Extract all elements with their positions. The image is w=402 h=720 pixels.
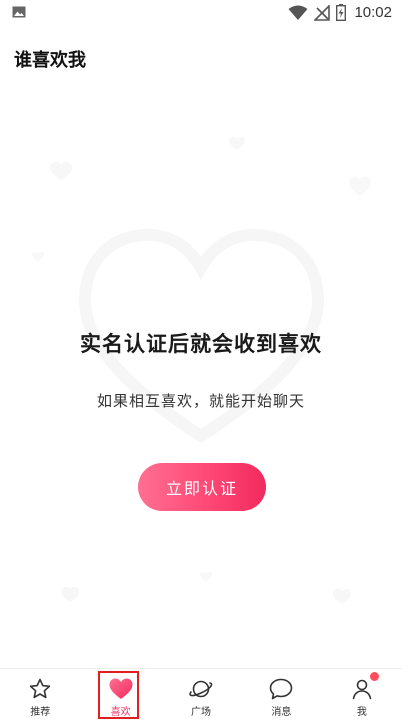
tab-likes[interactable]: 喜欢 bbox=[80, 669, 160, 720]
tab-label: 推荐 bbox=[30, 707, 51, 718]
status-bar: 10:02 bbox=[0, 0, 402, 26]
verify-now-button[interactable]: 立即认证 bbox=[138, 463, 266, 511]
empty-state-subtitle: 如果相互喜欢，就能开始聊天 bbox=[96, 392, 305, 410]
person-icon bbox=[352, 679, 372, 700]
page-title: 谁喜欢我 bbox=[14, 50, 86, 71]
tab-me[interactable]: 我 bbox=[322, 669, 402, 720]
tab-messages[interactable]: 消息 bbox=[241, 669, 321, 720]
planet-icon bbox=[189, 680, 213, 698]
selection-highlight bbox=[98, 671, 140, 719]
tab-square[interactable]: 广场 bbox=[161, 669, 241, 720]
clock-time: 10:02 bbox=[354, 4, 392, 21]
chat-bubble-icon bbox=[270, 678, 293, 700]
signal-off-icon bbox=[314, 4, 331, 21]
gallery-icon bbox=[12, 6, 26, 18]
tab-recommend[interactable]: 推荐 bbox=[0, 669, 80, 720]
empty-state-title: 实名认证后就会收到喜欢 bbox=[80, 332, 322, 356]
bottom-tab-bar: 推荐 喜欢 广场 消息 我 bbox=[0, 668, 402, 720]
battery-charging-icon bbox=[336, 4, 347, 21]
tab-label: 我 bbox=[356, 707, 367, 718]
tab-label: 消息 bbox=[271, 707, 292, 718]
star-icon bbox=[30, 678, 51, 699]
wifi-icon bbox=[288, 5, 308, 20]
tab-label: 广场 bbox=[191, 707, 212, 718]
notification-badge bbox=[369, 672, 379, 681]
